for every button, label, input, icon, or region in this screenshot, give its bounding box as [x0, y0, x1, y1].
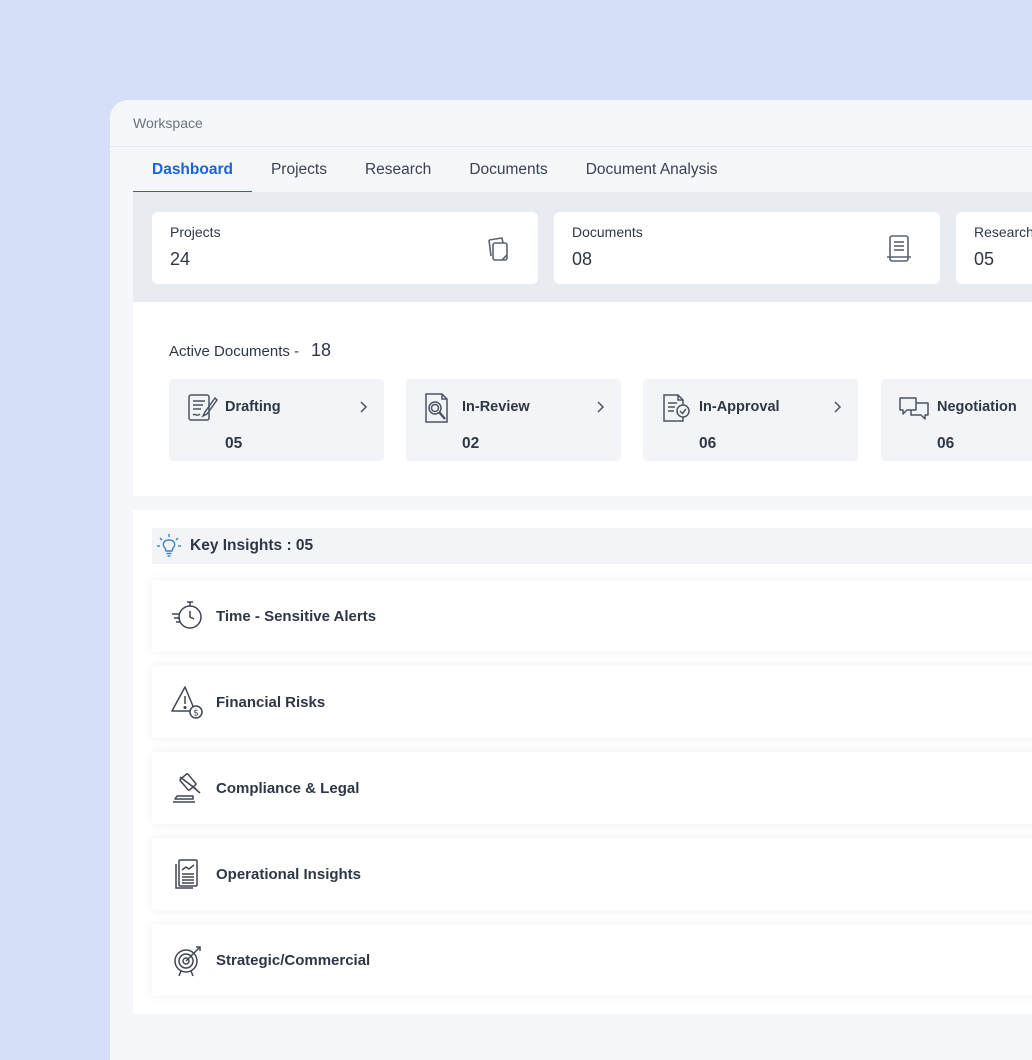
insight-financial-risks[interactable]: $ Financial Risks [152, 666, 1032, 738]
window-title: Workspace [110, 100, 1032, 147]
stat-label: Projects [170, 224, 221, 240]
insight-label: Financial Risks [216, 693, 326, 711]
key-insights-panel: Key Insights : 05 Time - Sensitive Alert… [133, 510, 1032, 1014]
status-value: 05 [225, 435, 243, 452]
dashboard-content: Projects 24 Documents 08 Research 05 Act… [133, 192, 1032, 1060]
chevron-right-icon [358, 399, 370, 415]
document-icon [882, 232, 916, 266]
insight-label: Time - Sensitive Alerts [216, 607, 377, 625]
stat-label: Research [974, 224, 1032, 240]
gavel-icon [169, 769, 207, 807]
chevron-right-icon [595, 399, 607, 415]
approval-icon [659, 392, 693, 424]
status-card-in-approval[interactable]: In-Approval 06 [643, 379, 858, 461]
insight-compliance-legal[interactable]: Compliance & Legal [152, 752, 1032, 824]
status-label: Negotiation [937, 399, 1017, 415]
stat-card-documents[interactable]: Documents 08 [554, 212, 940, 284]
tab-bar: Dashboard Projects Research Documents Do… [110, 147, 1032, 193]
copy-icon [480, 232, 514, 266]
stat-value: 24 [170, 249, 191, 269]
svg-text:$: $ [193, 709, 199, 719]
chevron-right-icon [832, 399, 844, 415]
status-value: 06 [699, 435, 717, 452]
active-documents-title: Active Documents - 18 [169, 340, 331, 361]
key-insights-header: Key Insights : 05 [152, 528, 1032, 564]
stat-card-research[interactable]: Research 05 [956, 212, 1032, 284]
insight-label: Operational Insights [216, 865, 362, 883]
insight-label: Strategic/Commercial [216, 951, 371, 969]
active-documents-panel: Active Documents - 18 Drafting 05 In-Rev… [133, 302, 1032, 496]
status-label: Drafting [225, 399, 281, 415]
stat-label: Documents [572, 224, 643, 240]
status-card-drafting[interactable]: Drafting 05 [169, 379, 384, 461]
active-documents-label: Active Documents - [169, 343, 300, 360]
stat-value: 05 [974, 249, 995, 269]
stat-value: 08 [572, 249, 593, 269]
insight-label: Compliance & Legal [216, 779, 360, 797]
insight-operational-insights[interactable]: Operational Insights [152, 838, 1032, 910]
chat-bubbles-icon [897, 392, 931, 424]
tab-research[interactable]: Research [346, 147, 450, 193]
review-search-icon [422, 392, 456, 424]
warning-dollar-icon: $ [169, 683, 207, 721]
target-icon [169, 941, 207, 979]
lightbulb-icon [156, 533, 182, 559]
status-card-in-review[interactable]: In-Review 02 [406, 379, 621, 461]
key-insights-title: Key Insights : 05 [190, 537, 314, 554]
tab-projects[interactable]: Projects [252, 147, 346, 193]
tab-documents[interactable]: Documents [450, 147, 566, 193]
status-value: 06 [937, 435, 955, 452]
tab-dashboard[interactable]: Dashboard [133, 147, 252, 193]
stat-card-projects[interactable]: Projects 24 [152, 212, 538, 284]
status-label: In-Review [462, 399, 530, 415]
report-icon [169, 855, 207, 893]
active-documents-count: 18 [311, 340, 332, 360]
drafting-icon [185, 392, 219, 424]
workspace-window: Workspace Dashboard Projects Research Do… [110, 100, 1032, 1060]
status-value: 02 [462, 435, 480, 452]
status-label: In-Approval [699, 399, 780, 415]
stopwatch-icon [169, 597, 207, 635]
insight-strategic-commercial[interactable]: Strategic/Commercial [152, 924, 1032, 996]
status-card-negotiation[interactable]: Negotiation 06 [881, 379, 1032, 461]
insight-time-sensitive-alerts[interactable]: Time - Sensitive Alerts [152, 580, 1032, 652]
stats-band: Projects 24 Documents 08 Research 05 [133, 192, 1032, 302]
tab-document-analysis[interactable]: Document Analysis [567, 147, 737, 193]
